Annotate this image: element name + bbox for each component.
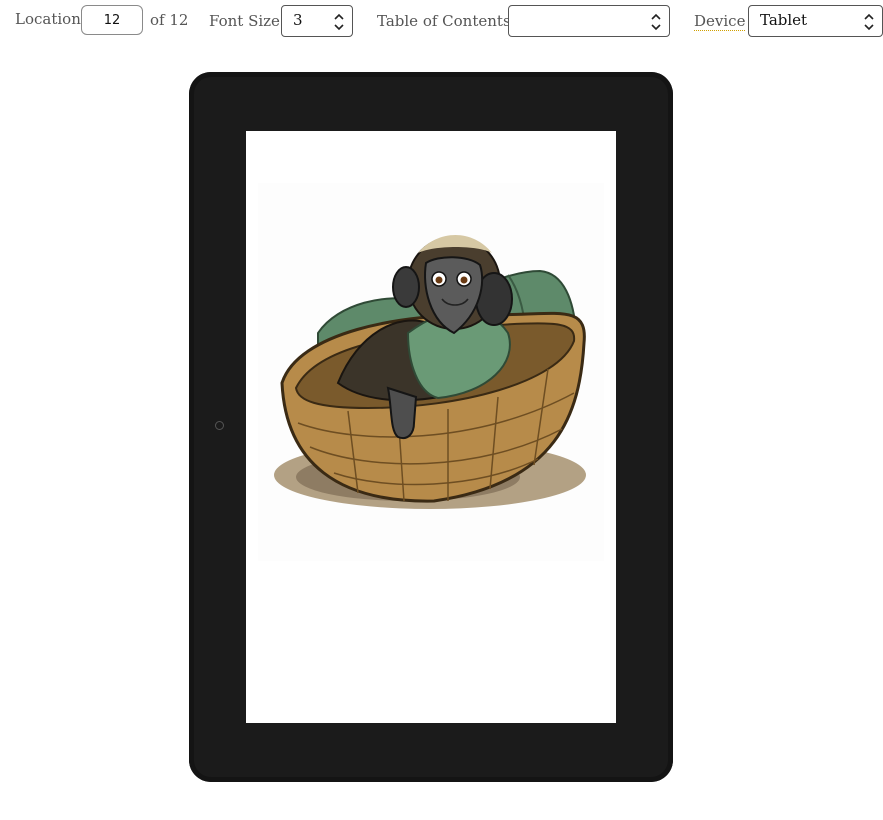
font-size-value: 3 bbox=[293, 11, 303, 29]
chevron-up-down-icon bbox=[334, 13, 344, 31]
device-value: Tablet bbox=[760, 11, 808, 29]
font-size-select[interactable]: 3 bbox=[281, 5, 353, 37]
tablet-screen[interactable] bbox=[246, 131, 616, 723]
tablet-device-frame bbox=[189, 72, 673, 782]
toc-select[interactable] bbox=[508, 5, 670, 37]
device-label: Device bbox=[694, 12, 746, 31]
font-size-label: Font Size bbox=[209, 12, 280, 30]
location-input[interactable]: 12 bbox=[81, 5, 143, 35]
reader-toolbar: Location 12 of 12 Font Size 3 Table of C… bbox=[0, 0, 883, 50]
front-camera-icon bbox=[215, 421, 224, 430]
location-total: of 12 bbox=[150, 11, 189, 29]
location-label: Location bbox=[15, 10, 81, 28]
page-illustration bbox=[258, 183, 604, 561]
device-select[interactable]: Tablet bbox=[748, 5, 883, 37]
chevron-up-down-icon bbox=[651, 13, 661, 31]
toc-label: Table of Contents bbox=[377, 12, 511, 30]
chevron-up-down-icon bbox=[864, 13, 874, 31]
